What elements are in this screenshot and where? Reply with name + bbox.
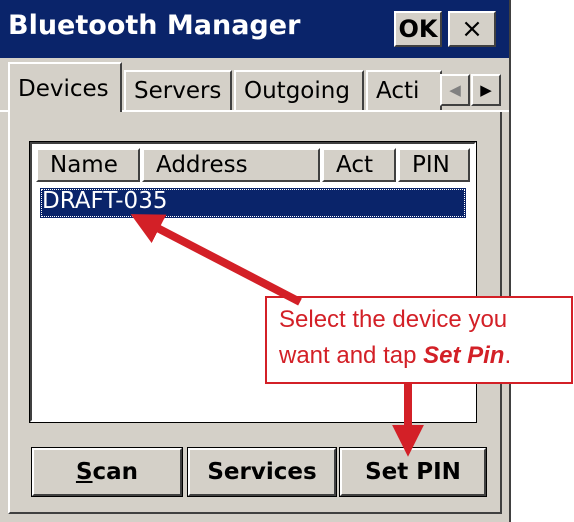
arrow-to-device-icon: [130, 214, 302, 306]
annotation-arrows: [130, 214, 424, 457]
